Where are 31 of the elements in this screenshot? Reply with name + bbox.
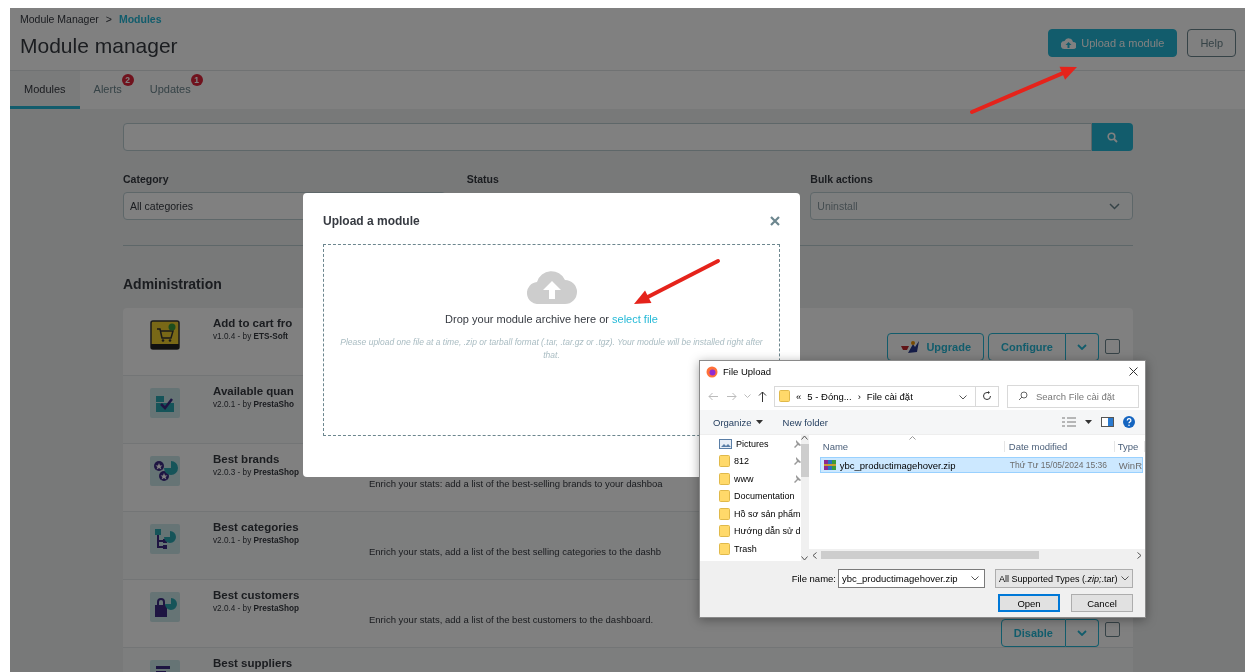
module-name: Best customers [213,589,300,601]
filter-label: Category [123,173,170,185]
module-version: v2.0.1 - by PrestaShop [213,536,299,545]
drop-instruction: Drop your module archive here or select file [444,313,659,325]
module-name: Best suppliers [213,657,293,669]
notification-badge: 1 [190,74,203,86]
file-name: ybc_productimagehover.zip [839,459,956,471]
module-version: v2.0.1 - by PrestaSho [213,400,294,409]
filter-label: Bulk actions [810,173,874,185]
module-name: Available quan [213,385,294,397]
module-name: Add to cart fro [213,317,293,329]
notification-badge: 2 [121,74,134,86]
file-date: Thứ Tư 15/05/2024 15:36 [1008,460,1108,470]
page-title: Module manager [20,34,178,58]
filter-label: Status [466,173,500,185]
path-prefix: « [796,390,802,402]
file-type: WinR [1117,459,1142,471]
path-separator: › [857,390,861,402]
breadcrumb-separator: > [105,13,112,25]
module-description: Enrich your stats, add a list of the best selling categories to the dashb [369,546,662,557]
dialog-title: File Upload [723,366,772,377]
module-name: Best categories [213,521,299,533]
module-version: v1.0.4 - by ETS-Soft [213,332,289,341]
module-description: Enrich your stats: add a list of the best-selling brands to your dashboa [369,478,663,489]
module-version: v2.0.3 - by PrestaShop [213,468,299,477]
module-description: Enrich your stats, add a list of the best customers to the dashboard. [369,614,654,625]
module-name: Best brands [213,453,280,465]
upload-hint: Please upload one file at a time, .zip or tarball format (.tar, .tar.gz or .tgz). Your module will be installed right after that. [339,336,764,362]
module-version: v2.0.4 - by PrestaShop [213,604,299,613]
file-name-label: File name: [791,573,836,584]
section-title: Administration [123,276,223,292]
